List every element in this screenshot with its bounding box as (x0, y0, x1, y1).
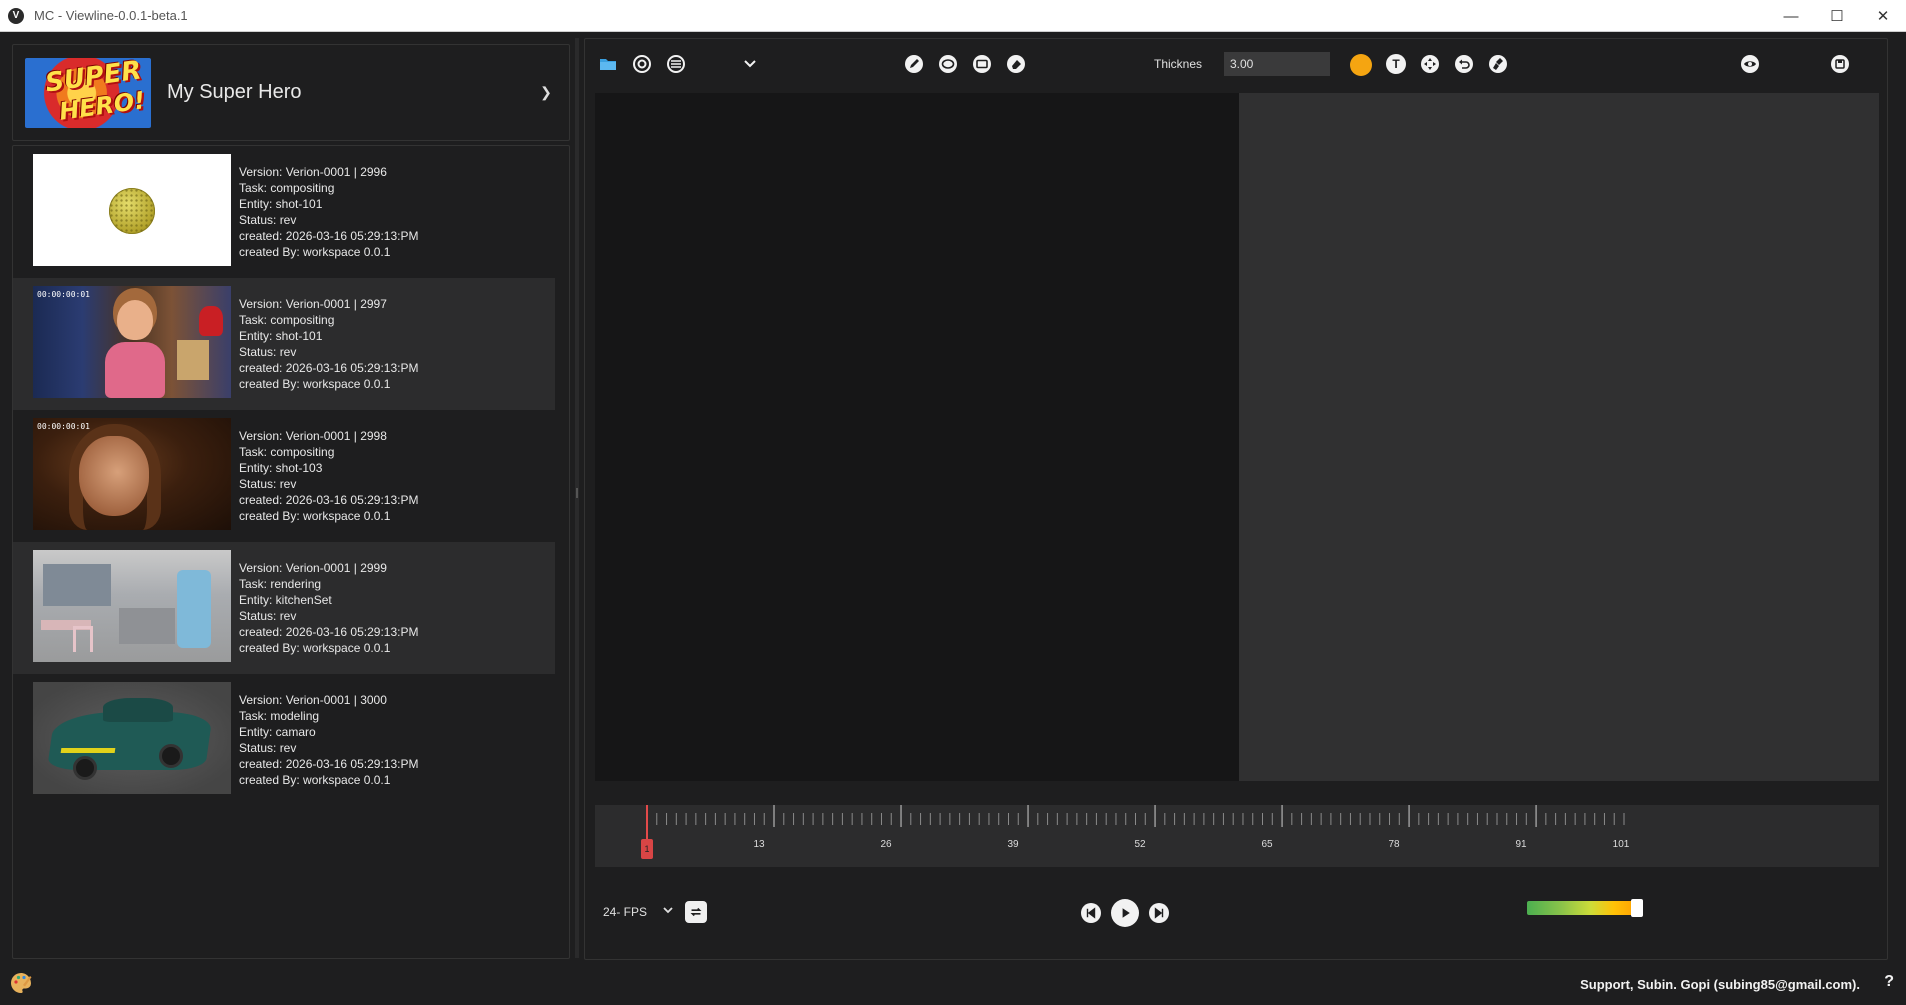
volume-slider[interactable] (1527, 901, 1643, 915)
version-list[interactable]: Version: Verion-0001 | 2996 Task: compos… (12, 145, 570, 959)
palette-icon[interactable] (9, 971, 33, 995)
tick-label: 101 (1612, 839, 1630, 850)
playback-controls: 24- FPS (585, 873, 1887, 953)
viewer-canvas-left[interactable] (595, 93, 1239, 781)
previous-frame-icon[interactable] (1081, 903, 1101, 923)
viewer-toolbar: Thicknes T (585, 39, 1887, 89)
thumbnail-timecode: 00:00:00:01 (37, 290, 90, 299)
tick-label: 39 (1007, 839, 1019, 850)
tick-label: 13 (753, 839, 765, 850)
thumbnail-timecode: 00:00:00:01 (37, 422, 90, 431)
version-meta: Version: Verion-0001 | 2999 Task: render… (239, 561, 419, 655)
volume-slider-handle[interactable] (1631, 899, 1644, 917)
move-tool-icon[interactable] (1419, 53, 1441, 75)
project-name: My Super Hero (167, 81, 302, 103)
clear-brush-icon[interactable] (1487, 53, 1509, 75)
project-selector[interactable]: SUPER HERO! My Super Hero ❯ (12, 44, 570, 141)
pencil-icon[interactable] (903, 53, 925, 75)
text-tool-icon[interactable]: T (1385, 53, 1407, 75)
version-meta: Version: Verion-0001 | 2998 Task: compos… (239, 429, 419, 523)
version-thumbnail (33, 154, 231, 266)
loop-icon[interactable] (685, 901, 707, 923)
version-thumbnail: 00:00:00:01 (33, 286, 231, 398)
viewer-panel: Thicknes T (584, 38, 1888, 960)
timeline[interactable]: 1 13 26 39 52 65 78 91 101 (595, 805, 1879, 867)
playhead-frame[interactable]: 1 (641, 839, 653, 859)
tick-label: 78 (1388, 839, 1400, 850)
list-item[interactable]: Version: Verion-0001 | 2996 Task: compos… (13, 146, 555, 278)
version-thumbnail: 00:00:00:01 (33, 418, 231, 530)
next-frame-icon[interactable] (1149, 903, 1169, 923)
version-meta: Version: Verion-0001 | 2996 Task: compos… (239, 165, 419, 259)
color-picker-button[interactable] (1350, 54, 1372, 76)
fps-select[interactable]: 24- FPS (603, 905, 647, 919)
chevron-down-icon[interactable] (661, 903, 675, 920)
refresh-icon[interactable] (631, 53, 653, 75)
list-item[interactable]: 00:00:00:01 Version: Verion-0001 | 2998 … (13, 410, 555, 542)
thickness-input[interactable] (1224, 52, 1330, 76)
undo-icon[interactable] (1453, 53, 1475, 75)
version-thumbnail (33, 550, 231, 662)
tick-label: 52 (1134, 839, 1146, 850)
list-item[interactable]: Version: Verion-0001 | 3000 Task: modeli… (13, 674, 555, 806)
close-button[interactable]: ✕ (1860, 0, 1906, 32)
chevron-down-icon[interactable]: ❯ (531, 84, 561, 101)
app-logo-icon: V (8, 7, 24, 24)
status-bar: Support, Subin. Gopi (subing85@gmail.com… (0, 964, 1906, 1005)
tick-label: 26 (880, 839, 892, 850)
ellipse-tool-icon[interactable] (937, 53, 959, 75)
window-controls: — ☐ ✕ (1768, 0, 1906, 32)
panel-splitter[interactable] (575, 38, 579, 958)
timeline-ticks (646, 805, 1625, 827)
version-meta: Version: Verion-0001 | 2997 Task: compos… (239, 297, 419, 391)
list-item[interactable]: 00:00:00:01 Version: Verion-0001 | 2997 … (13, 278, 555, 410)
support-text: Support, Subin. Gopi (subing85@gmail.com… (1580, 977, 1860, 992)
chevron-down-icon[interactable] (739, 53, 761, 75)
open-folder-icon[interactable] (597, 53, 619, 75)
window-title: MC - Viewline-0.0.1-beta.1 (34, 8, 188, 23)
maximize-button[interactable]: ☐ (1814, 0, 1860, 32)
eye-icon[interactable] (1739, 53, 1761, 75)
project-logo: SUPER HERO! (25, 57, 151, 128)
eraser-icon[interactable] (1005, 53, 1027, 75)
settings-filter-icon[interactable] (665, 53, 687, 75)
rectangle-tool-icon[interactable] (971, 53, 993, 75)
version-meta: Version: Verion-0001 | 3000 Task: modeli… (239, 693, 419, 787)
save-icon[interactable] (1829, 53, 1851, 75)
app-body: SUPER HERO! My Super Hero ❯ Version: Ver… (0, 33, 1906, 993)
title-bar: V MC - Viewline-0.0.1-beta.1 — ☐ ✕ (0, 0, 1906, 32)
list-item[interactable]: Version: Verion-0001 | 2999 Task: render… (13, 542, 555, 674)
thickness-label: Thicknes (1154, 57, 1203, 71)
help-icon[interactable]: ? (1884, 973, 1894, 991)
viewer-canvas-right[interactable] (1239, 93, 1879, 781)
minimize-button[interactable]: — (1768, 0, 1814, 32)
tick-label: 65 (1261, 839, 1273, 850)
version-thumbnail (33, 682, 231, 794)
tick-label: 91 (1515, 839, 1527, 850)
play-icon[interactable] (1111, 899, 1139, 927)
